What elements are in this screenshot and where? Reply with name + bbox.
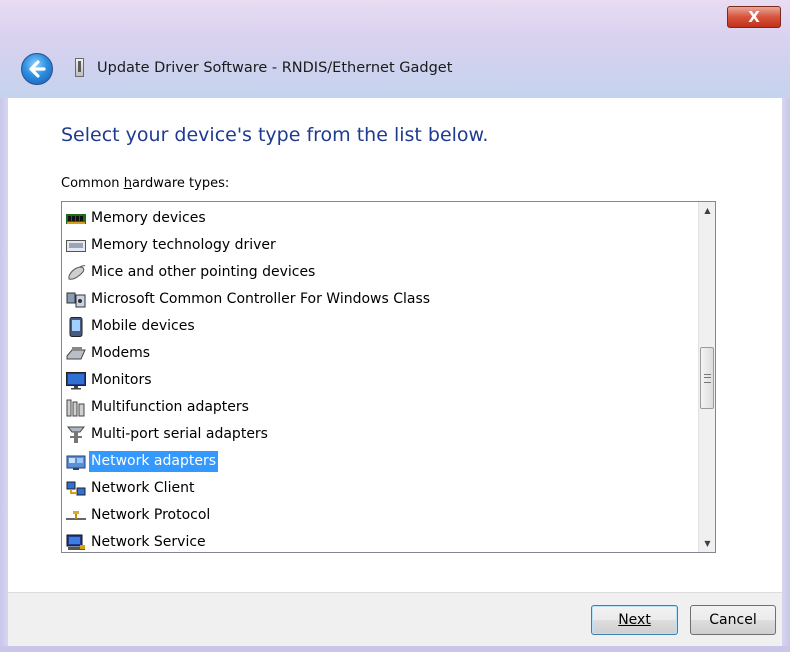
- network-service-icon: [66, 534, 86, 552]
- list-item-label: Microsoft Common Controller For Windows …: [91, 291, 431, 307]
- network-client-icon: [66, 480, 86, 498]
- memory-driver-icon: [66, 237, 86, 255]
- list-item-label: Network adapters: [89, 451, 218, 472]
- scrollbar-thumb[interactable]: [700, 347, 714, 409]
- close-button[interactable]: X: [727, 6, 781, 28]
- list-item-label: Memory technology driver: [91, 237, 276, 253]
- title-bar: [0, 0, 790, 98]
- list-label: Common hardware types:: [61, 176, 229, 191]
- cancel-button[interactable]: Cancel: [690, 605, 776, 635]
- list-item-label: Network Service: [91, 534, 206, 550]
- mouse-icon: [66, 264, 86, 282]
- controller-icon: [66, 291, 86, 309]
- modem-icon: [66, 345, 86, 363]
- list-item[interactable]: Microsoft Common Controller For Windows …: [66, 286, 432, 313]
- list-item[interactable]: Modems: [66, 340, 432, 367]
- next-button[interactable]: Next: [591, 605, 678, 635]
- scroll-down-arrow-icon[interactable]: ▼: [699, 535, 715, 552]
- page-heading: Select your device's type from the list …: [61, 124, 489, 146]
- list-label-rest: ardware types:: [131, 176, 230, 191]
- list-item[interactable]: Network Service: [66, 529, 432, 552]
- content-panel: Select your device's type from the list …: [8, 98, 782, 592]
- network-adapter-icon: [66, 453, 86, 471]
- list-item[interactable]: Mice and other pointing devices: [66, 259, 432, 286]
- frame-bottom-border: [0, 646, 790, 652]
- list-item[interactable]: Network Client: [66, 475, 432, 502]
- list-item-label: Network Client: [91, 480, 195, 496]
- network-protocol-icon: [66, 507, 86, 525]
- list-item-label: Multifunction adapters: [91, 399, 249, 415]
- list-item-label: Multi-port serial adapters: [91, 426, 268, 442]
- back-button[interactable]: [21, 53, 53, 85]
- hardware-type-list[interactable]: Memory devices Memory technology driver Mi…: [61, 201, 716, 553]
- list-item-label: Mice and other pointing devices: [91, 264, 316, 280]
- scroll-up-arrow-icon[interactable]: ▲: [699, 202, 715, 219]
- list-label-accelerator: h: [123, 176, 132, 191]
- list-item-label: Monitors: [91, 372, 152, 388]
- list-item[interactable]: Memory devices: [66, 205, 432, 232]
- next-button-label: Next: [618, 612, 651, 628]
- list-item-label: Modems: [91, 345, 151, 361]
- list-item[interactable]: Multifunction adapters: [66, 394, 432, 421]
- multifunction-adapter-icon: [66, 399, 86, 417]
- monitor-icon: [66, 371, 86, 390]
- device-icon: [75, 58, 84, 77]
- serial-adapter-icon: [66, 426, 86, 444]
- list-item[interactable]: Network Protocol: [66, 502, 432, 529]
- list-item-label: Network Protocol: [91, 507, 211, 523]
- cancel-button-label: Cancel: [709, 612, 757, 628]
- vertical-scrollbar[interactable]: ▲ ▼: [698, 202, 715, 552]
- list-item-label: Memory devices: [91, 210, 206, 226]
- list-label-prefix: Common: [61, 176, 124, 191]
- close-icon: X: [748, 8, 760, 26]
- list-item[interactable]: Memory technology driver: [66, 232, 432, 259]
- mobile-device-icon: [66, 316, 86, 337]
- grip-icon: [704, 374, 711, 383]
- memory-chip-icon: [66, 210, 86, 228]
- list-item[interactable]: Monitors: [66, 367, 432, 394]
- dialog-footer: Next Cancel: [8, 592, 782, 646]
- list-item[interactable]: Mobile devices: [66, 313, 432, 340]
- frame-right-border: [782, 98, 790, 652]
- back-arrow-icon: [29, 60, 46, 78]
- list-item[interactable]: Network adapters: [66, 448, 432, 475]
- list-item-label: Mobile devices: [91, 318, 195, 334]
- window-title: Update Driver Software - RNDIS/Ethernet …: [97, 60, 453, 76]
- frame-left-border: [0, 98, 8, 652]
- list-item[interactable]: Multi-port serial adapters: [66, 421, 432, 448]
